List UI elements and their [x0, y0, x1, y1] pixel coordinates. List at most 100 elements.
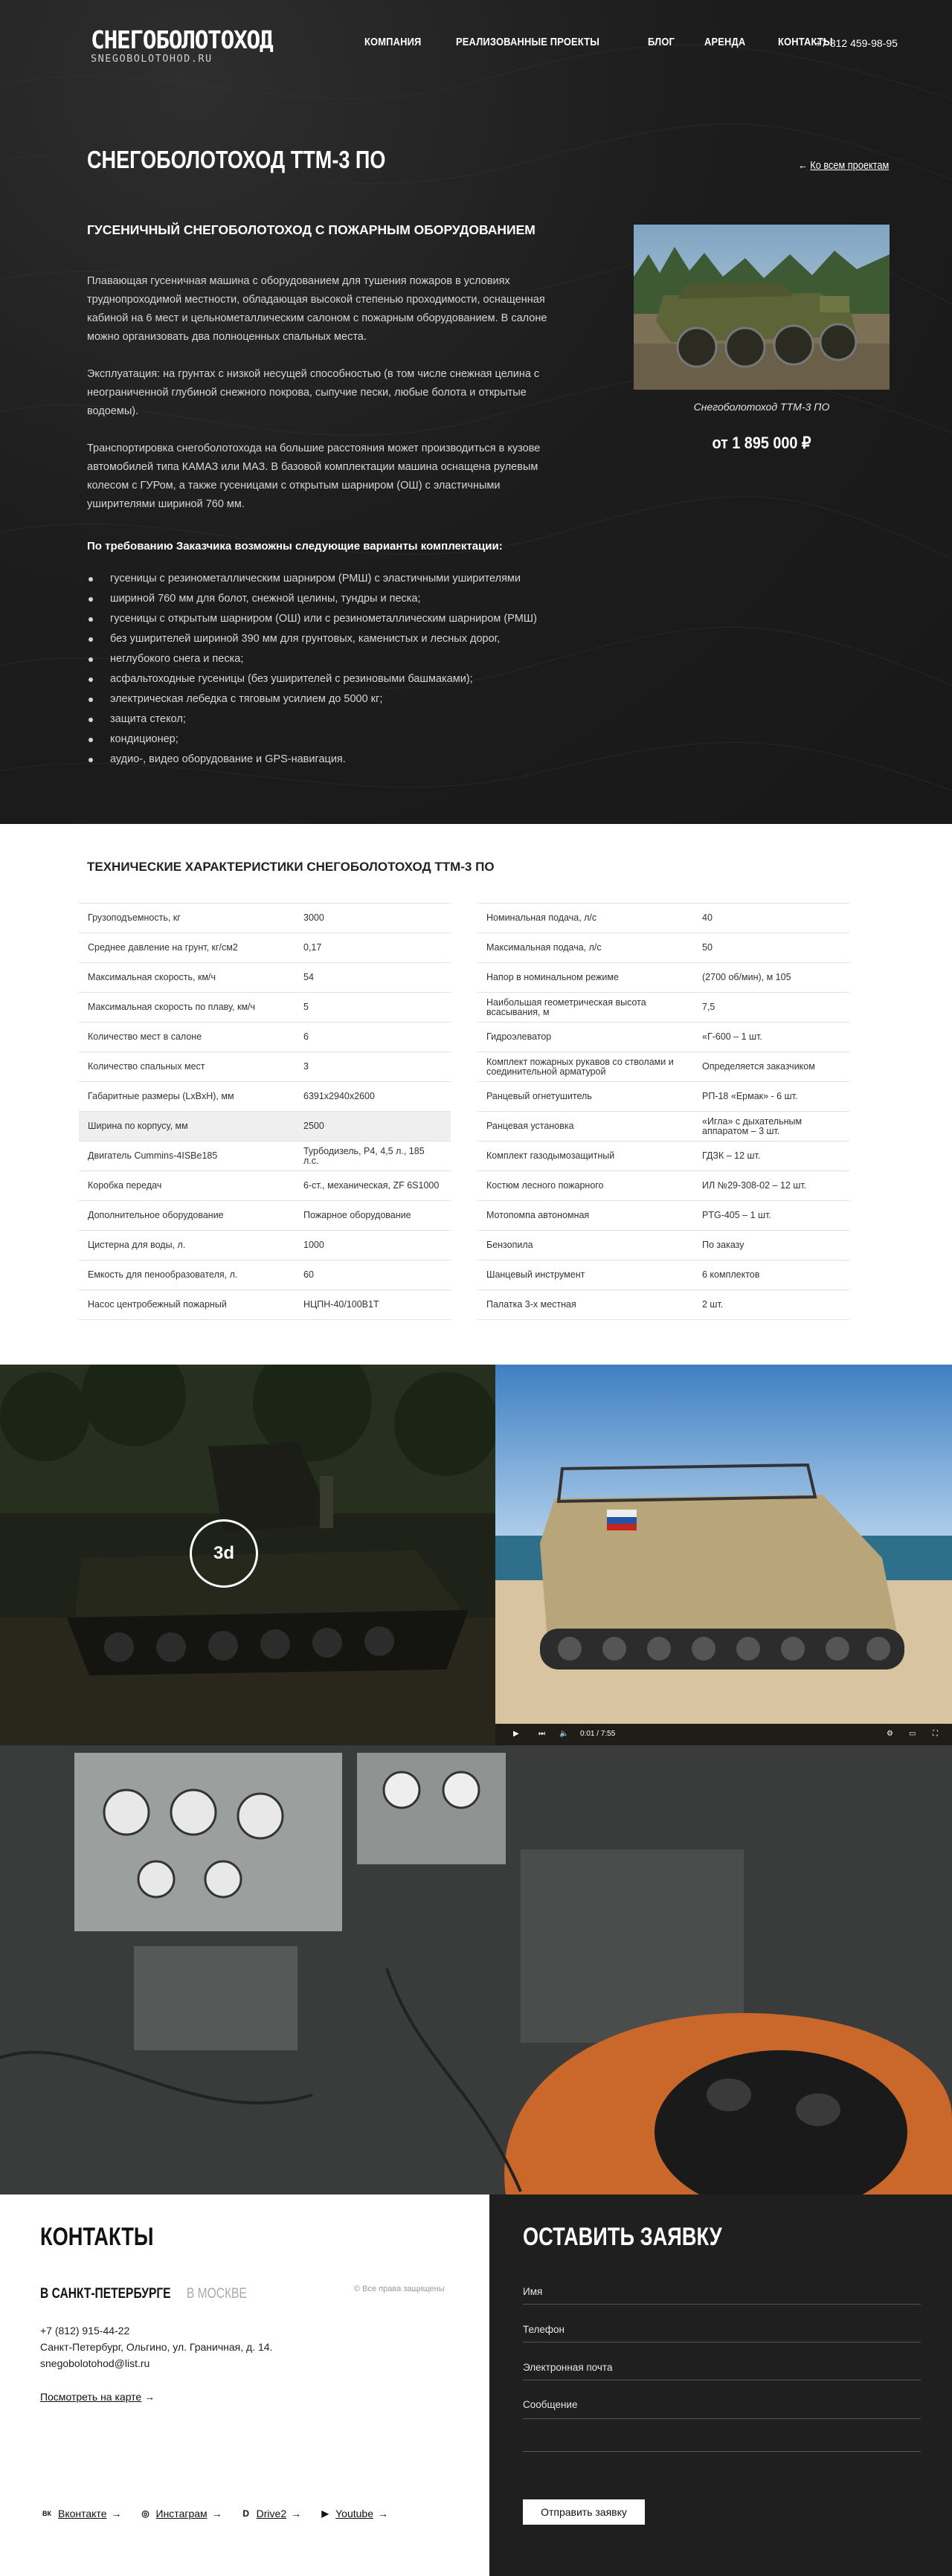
table-row: Гидроэлеватор «Г-600 – 1 шт. [477, 1022, 849, 1052]
spec-name: Количество спальных мест [79, 1052, 295, 1082]
spec-name: Среднее давление на грунт, кг/см2 [79, 933, 295, 963]
3d-tour-icon[interactable]: 3d [190, 1519, 258, 1588]
spec-value: 60 [295, 1260, 451, 1290]
table-row: Цистерна для воды, л. 1000 [79, 1230, 451, 1260]
page: СНЕГОБОЛОТОХОД SNEGOBOLOTOHOD.RU КОМПАНИ… [0, 0, 952, 2576]
contact-email[interactable]: snegobolotohod@list.ru [40, 2355, 272, 2371]
option-item: шириной 760 мм для болот, снежной целины… [87, 589, 537, 609]
gallery-video[interactable] [495, 1365, 952, 1745]
back-to-projects-link[interactable]: ← Ко всем проектам [798, 159, 889, 172]
message-field-wrapper [523, 2391, 921, 2419]
logo-main-text: СНЕГОБОЛОТОХОД [91, 25, 274, 54]
view-map-link[interactable]: Посмотреть на карте → [40, 2391, 155, 2403]
spec-value: 6-ст., механическая, ZF 6S1000 [295, 1171, 451, 1201]
option-item: неглубокого снега и песка; [87, 649, 537, 669]
youtube-icon: ▶ [321, 2508, 329, 2519]
contact-details: +7 (812) 915-44-22 Санкт-Петербург, Ольг… [40, 2322, 272, 2371]
table-row: Емкость для пенообразователя, л. 60 [79, 1260, 451, 1290]
spec-name: Ранцевая установка [477, 1111, 693, 1142]
spec-value: 54 [295, 962, 451, 993]
submit-order-button[interactable]: Отправить заявку [523, 2499, 645, 2525]
table-row: Грузоподъемность, кг 3000 [79, 903, 451, 933]
social-link-instagram[interactable]: ◎ Инстаграм → [140, 2508, 222, 2519]
message-field-extension [523, 2419, 921, 2452]
spec-name: Ширина по корпусу, мм [79, 1111, 295, 1142]
specs-title: ТЕХНИЧЕСКИЕ ХАРАКТЕРИСТИКИ СНЕГОБОЛОТОХО… [87, 860, 495, 874]
name-input[interactable] [523, 2279, 921, 2304]
gallery-interior-photo[interactable] [0, 1745, 952, 2195]
spec-value: 0,17 [295, 933, 451, 963]
volume-icon[interactable]: 🔈 [559, 1730, 568, 1738]
next-icon[interactable]: ⏭ [538, 1730, 545, 1738]
spec-value: Пожарное оборудование [295, 1200, 451, 1231]
options-list: гусеницы с резинометаллическим шарниром … [87, 569, 537, 770]
option-item: асфальтоходные гусеницы (без уширителей … [87, 669, 537, 689]
spec-value: НЦПН-40/100В1Т [295, 1289, 451, 1320]
option-item: без уширителей шириной 390 мм для грунто… [87, 629, 537, 649]
instagram-icon: ◎ [141, 2508, 149, 2519]
product-description: Плавающая гусеничная машина с оборудован… [87, 272, 563, 532]
nav-item-company[interactable]: КОМПАНИЯ [364, 36, 421, 48]
nav-item-blog[interactable]: БЛОГ [648, 36, 675, 48]
nav-item-projects[interactable]: РЕАЛИЗОВАННЫЕ ПРОЕКТЫ [456, 36, 599, 48]
spec-name: Дополнительное оборудование [79, 1200, 295, 1231]
table-row: Комплект пожарных рукавов со стволами и … [477, 1052, 849, 1082]
table-row: Шанцевый инструмент 6 комплектов [477, 1260, 849, 1290]
social-link-youtube[interactable]: ▶ Youtube → [319, 2508, 389, 2519]
spec-value: 2 шт. [693, 1289, 849, 1320]
copyright-text: © Все права защищены [354, 2284, 445, 2293]
social-link-drive2[interactable]: D Drive2 → [240, 2508, 301, 2519]
fullscreen-icon[interactable]: ⛶ [933, 1730, 938, 1738]
header-phone[interactable]: +7 812 459-98-95 [815, 37, 898, 49]
table-row: Максимальная скорость, км/ч 54 [79, 962, 451, 993]
contact-phone[interactable]: +7 (812) 915-44-22 [40, 2322, 272, 2339]
option-item: электрическая лебедка с тяговым усилием … [87, 689, 537, 709]
order-form-section: ОСТАВИТЬ ЗАЯВКУ Отправить заявку [489, 2195, 952, 2576]
spec-name: Количество мест в салоне [79, 1022, 295, 1052]
table-row: Коробка передач 6-ст., механическая, ZF 6… [79, 1171, 451, 1201]
spec-name: Насос центробежный пожарный [79, 1289, 295, 1320]
message-input[interactable] [523, 2391, 921, 2418]
page-title: СНЕГОБОЛОТОХОД ТТМ-3 ПО [87, 146, 386, 173]
social-links: ВК Вконтакте → ◎ Инстаграм → D Drive2 → ▶ Youtu… [40, 2508, 388, 2519]
order-form-title: ОСТАВИТЬ ЗАЯВКУ [523, 2223, 722, 2251]
hero-section: СНЕГОБОЛОТОХОД SNEGOBOLOTOHOD.RU КОМПАНИ… [0, 0, 952, 824]
spec-name: Емкость для пенообразователя, л. [79, 1260, 295, 1290]
logo-sub-text: SNEGOBOLOTOHOD.RU [91, 53, 213, 65]
spec-name: Бензопила [477, 1230, 693, 1260]
spec-name: Коробка передач [79, 1171, 295, 1201]
arrow-right-icon: → [111, 2508, 122, 2519]
price: от 1 895 000 ₽ [712, 434, 811, 452]
phone-input[interactable] [523, 2317, 921, 2342]
tab-moscow[interactable]: В МОСКВЕ [187, 2286, 247, 2302]
social-label: Вконтакте [58, 2508, 107, 2519]
table-row: Наибольшая геометрическая высота всасыва… [477, 992, 849, 1023]
spec-name: Мотопомпа автономная [477, 1200, 693, 1231]
theater-mode-icon[interactable]: ▭ [909, 1730, 916, 1738]
vk-icon: ВК [42, 2510, 51, 2517]
spec-name: Цистерна для воды, л. [79, 1230, 295, 1260]
spec-value: 5 [295, 992, 451, 1023]
spec-value: 6 комплектов [693, 1260, 849, 1290]
drive2-icon: D [242, 2508, 249, 2519]
arrow-right-icon: → [291, 2508, 302, 2519]
spec-name: Костюм лесного пожарного [477, 1171, 693, 1201]
social-link-vk[interactable]: ВК Вконтакте → [40, 2508, 122, 2519]
spec-name: Напор в номинальном режиме [477, 962, 693, 993]
arrow-right-icon: → [378, 2508, 388, 2519]
spec-value: ИЛ №29-308-02 – 12 шт. [693, 1171, 849, 1201]
spec-name: Ранцевый огнетушитель [477, 1081, 693, 1112]
email-input[interactable] [523, 2355, 921, 2380]
settings-icon[interactable]: ⚙ [887, 1730, 893, 1738]
spec-value: (2700 об/мин), м 105 [693, 962, 849, 993]
spec-value: 7,5 [693, 992, 849, 1023]
site-logo[interactable]: СНЕГОБОЛОТОХОД SNEGOBOLOTOHOD.RU [91, 25, 274, 71]
spec-value: Турбодизель, Р4, 4,5 л., 185 л.с. [295, 1141, 451, 1171]
description-paragraph: Эксплуатация: на грунтах с низкой несуще… [87, 368, 540, 417]
table-row: Двигатель Cummins-4ISBe185 Турбодизель, Р… [79, 1141, 451, 1171]
spec-value: 3000 [295, 903, 451, 933]
tab-saint-petersburg[interactable]: В САНКТ-ПЕТЕРБУРГЕ [40, 2286, 171, 2302]
product-photo[interactable] [634, 225, 890, 390]
nav-item-rent[interactable]: АРЕНДА [704, 36, 745, 48]
play-icon[interactable]: ▶ [513, 1730, 519, 1738]
